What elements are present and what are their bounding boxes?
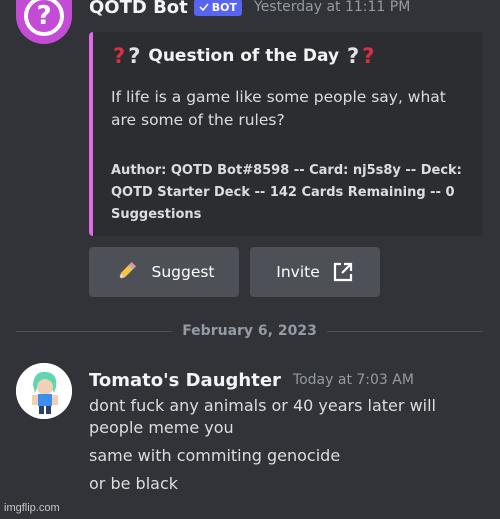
divider-line xyxy=(16,330,173,332)
bot-badge-label: BOT xyxy=(211,0,238,14)
invite-button[interactable]: Invite xyxy=(250,247,380,297)
embed-footer: Author: QOTD Bot#8598 -- Card: nj5s8y --… xyxy=(111,163,462,222)
external-link-icon xyxy=(333,262,352,282)
embed-title-text: Question of the Day xyxy=(148,46,340,66)
bot-avatar[interactable]: ? xyxy=(16,0,72,44)
suggest-button[interactable]: Suggest xyxy=(89,247,239,297)
white-question-icon: ? xyxy=(347,44,360,68)
red-question-icon: ? xyxy=(113,44,126,68)
message-line: people meme you xyxy=(89,418,234,437)
bot-message: ? QOTD Bot BOT Yesterday at 11:11 PM ? ?… xyxy=(0,0,500,310)
suggest-button-label: Suggest xyxy=(151,263,215,281)
red-question-icon: ? xyxy=(362,44,375,68)
character-avatar-icon xyxy=(16,363,72,419)
checkmark-icon xyxy=(199,3,209,11)
user-avatar[interactable] xyxy=(16,363,72,419)
user-timestamp[interactable]: Today at 7:03 AM xyxy=(293,372,414,388)
message-line: or be black xyxy=(89,474,179,493)
divider-date: February 6, 2023 xyxy=(182,323,317,339)
user-username[interactable]: Tomato's Daughter xyxy=(89,370,281,391)
embed-title: ? ? Question of the Day ? ? xyxy=(113,44,377,68)
bot-timestamp[interactable]: Yesterday at 11:11 PM xyxy=(254,0,410,15)
bot-message-header: QOTD Bot BOT Yesterday at 11:11 PM xyxy=(89,0,410,20)
embed-description: If life is a game like some people say, … xyxy=(111,88,446,129)
message-line: dont fuck any animals or 40 years later … xyxy=(89,396,436,415)
white-question-icon: ? xyxy=(128,44,141,68)
bot-badge: BOT xyxy=(193,0,243,16)
user-message-header: Tomato's Daughter Today at 7:03 AM xyxy=(89,367,414,393)
bot-username[interactable]: QOTD Bot xyxy=(89,0,188,18)
invite-button-label: Invite xyxy=(276,263,320,281)
pencil-icon xyxy=(119,262,137,280)
user-message-content: dont fuck any animals or 40 years later … xyxy=(89,395,489,495)
message-line: same with commiting genocide xyxy=(89,446,341,465)
divider-line xyxy=(326,330,484,332)
question-mark-icon: ? xyxy=(24,0,64,36)
qotd-embed: ? ? Question of the Day ? ? If life is a… xyxy=(89,32,483,236)
date-divider: February 6, 2023 xyxy=(16,321,484,341)
imgflip-watermark: imgflip.com xyxy=(4,502,60,514)
